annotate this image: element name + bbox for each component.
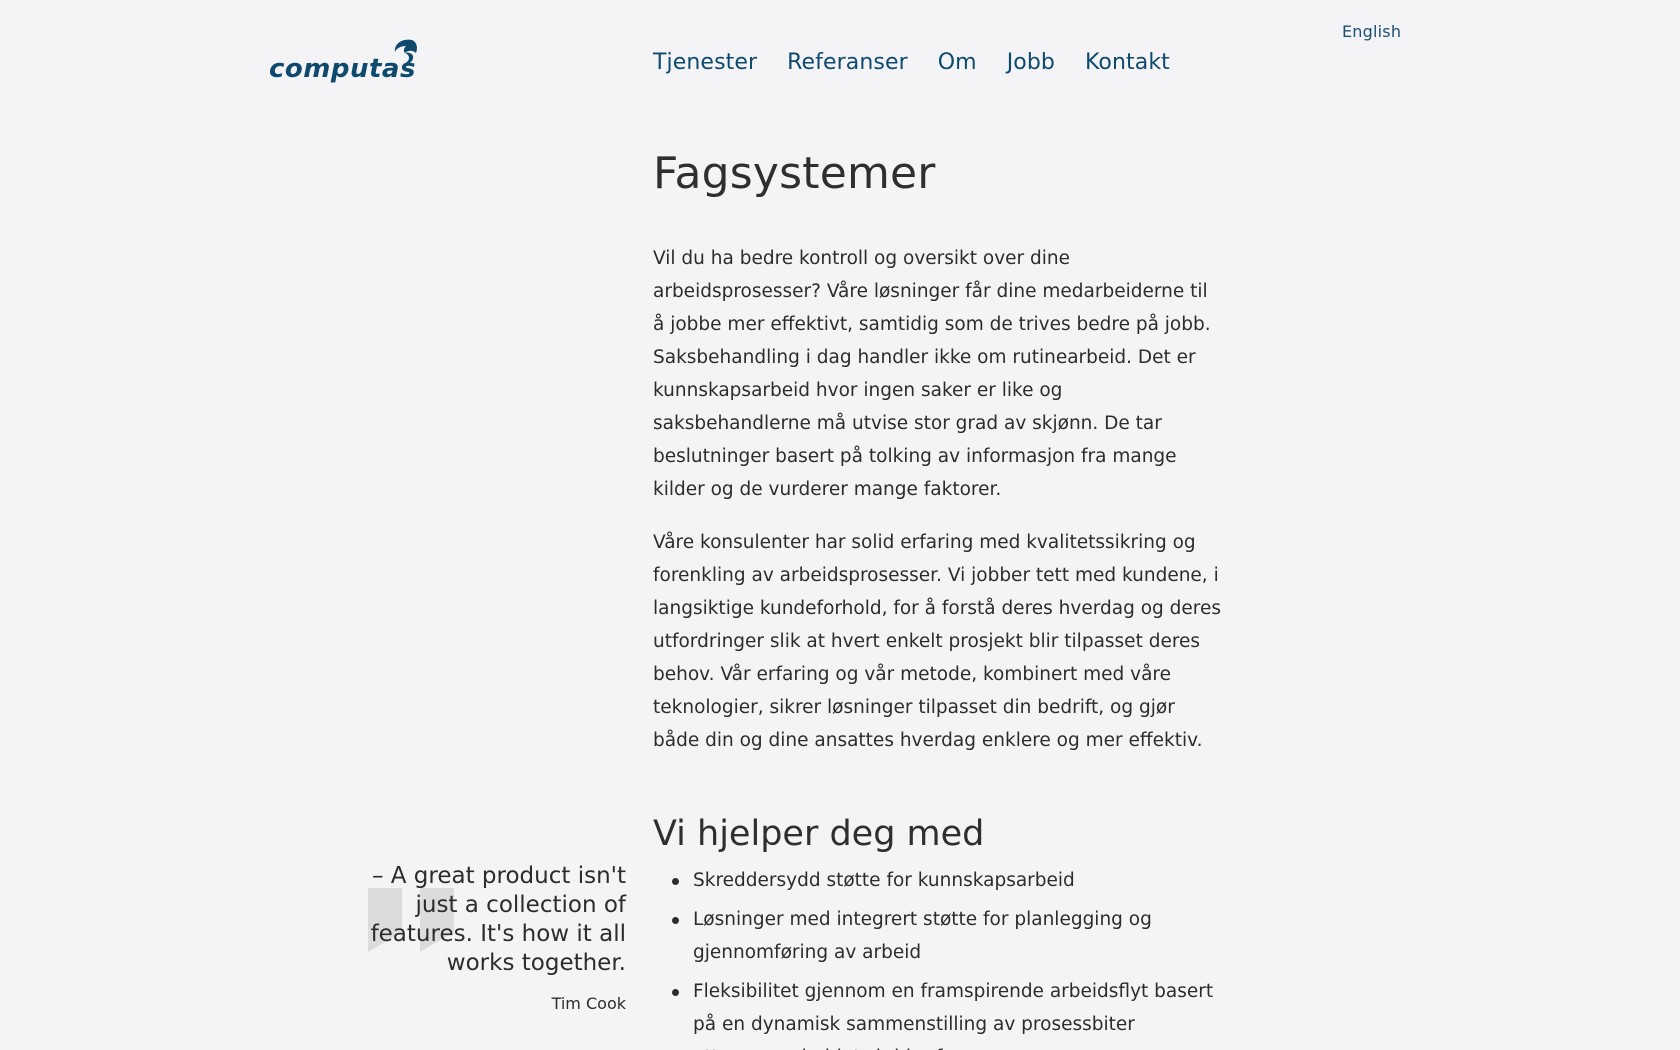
language-switch-link[interactable]: English <box>1342 22 1401 41</box>
quote-text: – A great product isn't just a collectio… <box>370 863 626 976</box>
quote-block: – A great product isn't just a collectio… <box>360 862 626 1013</box>
nav-kontakt[interactable]: Kontakt <box>1085 50 1170 75</box>
list-item: Fleksibilitet gjennom en framspirende ar… <box>653 975 1223 1050</box>
computas-logo[interactable]: computas <box>268 38 420 88</box>
nav-referanser[interactable]: Referanser <box>787 50 908 75</box>
nav-jobb[interactable]: Jobb <box>1007 50 1055 75</box>
feature-text: Skreddersydd støtte for kunnskapsarbeid <box>693 870 1075 891</box>
feature-text: Løsninger med integrert støtte for planl… <box>693 909 1152 963</box>
feature-list: Skreddersydd støtte for kunnskapsarbeid … <box>653 864 1223 1050</box>
bullet-icon <box>672 917 679 924</box>
quote-author: Tim Cook <box>551 994 626 1013</box>
page-title: Fagsystemer <box>653 148 936 199</box>
list-item: Løsninger med integrert støtte for planl… <box>653 903 1223 969</box>
feature-text: Fleksibilitet gjennom en framspirende ar… <box>693 981 1214 1050</box>
main-content: Fagsystemer Vil du ha bedre kontroll og … <box>653 148 1223 1050</box>
page: English computas Tjenester Referanser Om… <box>0 0 1680 1050</box>
bullet-icon <box>672 989 679 996</box>
experience-paragraph: Våre konsulenter har solid erfaring med … <box>653 532 1221 751</box>
section-title: Vi hjelper deg med <box>653 814 985 854</box>
nav-om[interactable]: Om <box>938 50 977 75</box>
list-item: Skreddersydd støtte for kunnskapsarbeid <box>653 864 1223 897</box>
intro-paragraph: Vil du ha bedre kontroll og oversikt ove… <box>653 248 1211 500</box>
logo-swirl-icon <box>394 39 417 65</box>
main-navigation: Tjenester Referanser Om Jobb Kontakt <box>653 50 1200 75</box>
nav-tjenester[interactable]: Tjenester <box>653 50 757 75</box>
bullet-icon <box>672 878 679 885</box>
